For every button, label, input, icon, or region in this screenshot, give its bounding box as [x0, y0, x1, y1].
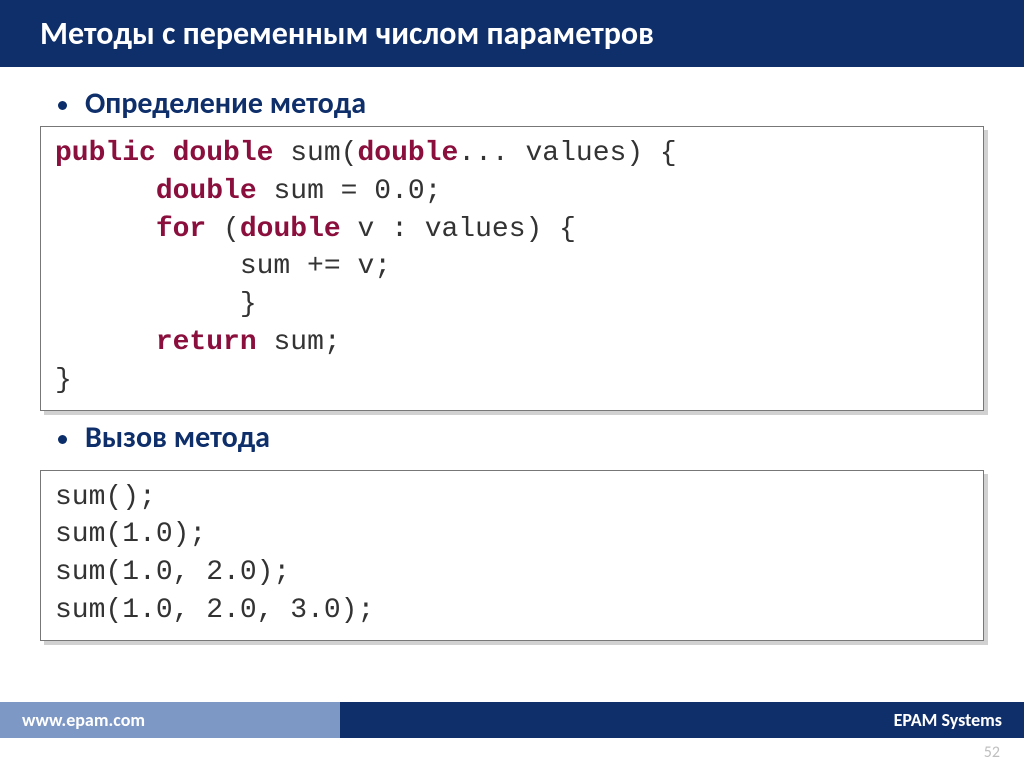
code-block-call: sum(); sum(1.0); sum(1.0, 2.0); sum(1.0,…	[40, 470, 984, 641]
bullet-text: Определение метода	[85, 85, 366, 122]
code-kw: double	[357, 138, 458, 169]
bullet-text: Вызов метода	[85, 419, 270, 456]
code-indent	[55, 176, 156, 207]
code-kw: for	[156, 214, 206, 245]
code-text: }	[55, 365, 72, 396]
code-indent	[55, 214, 156, 245]
code-kw: return	[156, 327, 257, 358]
code-kw: double	[156, 176, 257, 207]
code-kw: double	[240, 214, 341, 245]
bullet-dot-icon	[58, 101, 67, 110]
bullet-dot-icon	[58, 435, 67, 444]
code-text: sum = 0.0;	[257, 176, 442, 207]
code-text: sum;	[257, 327, 341, 358]
code-block-definition: public double sum(double... values) { do…	[40, 126, 984, 411]
code-text: (	[206, 214, 240, 245]
code-text: sum += v;	[55, 251, 391, 282]
code-text: }	[55, 289, 257, 320]
bullet-call: Вызов метода	[58, 419, 984, 456]
slide-content: Определение метода public double sum(dou…	[0, 67, 1024, 641]
footer-company: EPAM Systems	[340, 702, 1024, 738]
slide-title: Методы с переменным числом параметров	[0, 0, 1024, 67]
page-number: 52	[984, 743, 1000, 762]
bullet-definition: Определение метода	[58, 85, 984, 122]
code-text: ... values) {	[458, 138, 676, 169]
code-text: v : values) {	[341, 214, 576, 245]
code-indent	[55, 327, 156, 358]
code-text: sum(	[290, 138, 357, 169]
footer: www.epam.com EPAM Systems	[0, 702, 1024, 738]
code-kw: public double	[55, 138, 290, 169]
footer-url: www.epam.com	[0, 702, 340, 738]
